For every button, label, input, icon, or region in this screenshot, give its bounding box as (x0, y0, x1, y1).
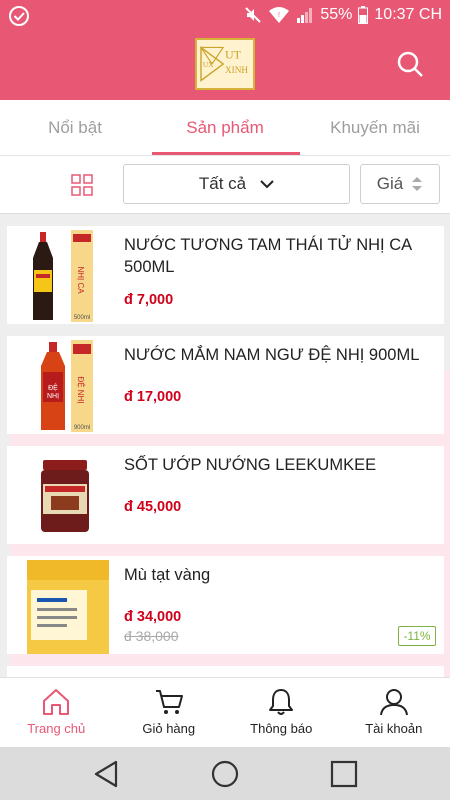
category-filter-select[interactable]: Tất cả (123, 164, 350, 204)
product-image-mustard-jug (27, 560, 109, 654)
discount-badge: -11% (398, 626, 436, 646)
product-image-soy-sauce: NHỊ CA 500ml (33, 230, 93, 322)
home-icon (43, 689, 70, 715)
svg-text:500ml: 500ml (74, 315, 90, 321)
svg-text:NHỊ CA: NHỊ CA (76, 266, 85, 294)
bell-icon (269, 689, 294, 715)
nav-notifications[interactable]: Thông báo (225, 678, 338, 747)
tab-promotions[interactable]: Khuyến mãi (300, 100, 450, 155)
back-icon[interactable] (92, 759, 122, 789)
product-price: đ 7,000 (124, 292, 174, 308)
chevron-down-icon (260, 180, 274, 189)
check-circle-icon (9, 6, 29, 26)
logo-text-bottom: XINH (225, 65, 248, 75)
product-card[interactable]: SỐT ƯỚP NƯỚNG LEEKUMKEE đ 45,000 (7, 446, 444, 544)
nav-cart[interactable]: Giỏ hàng (113, 678, 226, 747)
battery-icon (358, 6, 369, 24)
product-price: đ 17,000 (124, 389, 182, 405)
product-old-price: đ 38,000 (124, 628, 179, 644)
tab-featured[interactable]: Nổi bật (0, 100, 150, 155)
svg-text:ĐỆ NHỊ: ĐỆ NHỊ (76, 376, 85, 403)
product-name: Mù tạt vàng (124, 566, 211, 584)
product-card[interactable]: Mù tạt vàng đ 34,000 đ 38,000 -11% (7, 556, 444, 654)
svg-text:NHỊ: NHỊ (47, 393, 59, 400)
mute-icon (245, 7, 262, 23)
product-image-fish-sauce: ĐỆ NHỊ ĐỆ NHỊ 900ml (41, 340, 93, 432)
nav-notifications-label: Thông báo (250, 721, 313, 736)
nav-account[interactable]: Tài khoản (338, 678, 450, 747)
bottom-nav: Trang chủ Giỏ hàng Thông báo Tài khoản (0, 677, 450, 747)
search-icon (397, 51, 423, 77)
sort-arrows-icon (412, 177, 423, 191)
product-image-marinade-jar (41, 460, 89, 532)
sort-label: Giá (376, 174, 404, 193)
price-sort-button[interactable]: Giá (360, 164, 440, 204)
product-name: NƯỚC TƯƠNG TAM THÁI TỬ NHỊ CA 500ML (124, 236, 412, 276)
brand-logo: UX UT XINH (195, 38, 255, 90)
wifi-icon: ! (269, 7, 290, 23)
tab-bar: Nổi bật Sản phẩm Khuyến mãi (0, 100, 450, 156)
search-button[interactable] (396, 50, 424, 78)
nav-home[interactable]: Trang chủ (0, 678, 113, 747)
grid-view-button[interactable] (62, 166, 102, 204)
nav-account-label: Tài khoản (365, 721, 423, 736)
home-circle-icon[interactable] (210, 759, 240, 789)
filter-value: Tất cả (198, 174, 247, 193)
signal-icon (297, 8, 313, 23)
system-nav-bar (0, 747, 450, 800)
product-price: đ 45,000 (124, 499, 182, 515)
battery-percent: 55% (320, 6, 353, 23)
svg-text:ĐỆ: ĐỆ (48, 383, 58, 392)
product-name: SỐT ƯỚP NƯỚNG LEEKUMKEE (124, 456, 377, 474)
svg-text:!: ! (278, 12, 280, 19)
status-bar: ! 55% 10:37 CH (0, 0, 450, 32)
product-price: đ 34,000 (124, 609, 182, 625)
filter-toolbar: Tất cả Giá (0, 156, 450, 800)
product-card[interactable]: NHỊ CA 500ml NƯỚC TƯƠNG TAM THÁI TỬ NHỊ … (7, 226, 444, 324)
product-card[interactable]: ĐỆ NHỊ ĐỆ NHỊ 900ml NƯỚC MẮM NAM NGƯ ĐỆ … (7, 336, 444, 434)
tab-products[interactable]: Sản phẩm (150, 100, 300, 155)
recents-square-icon[interactable] (329, 759, 359, 789)
user-icon (379, 689, 408, 716)
clock: 10:37 CH (374, 6, 442, 23)
logo-text-top: UT (225, 47, 242, 61)
nav-cart-label: Giỏ hàng (142, 721, 196, 736)
grid-view-icon (71, 174, 93, 196)
logo-letters-left: UX (203, 60, 214, 69)
product-name: NƯỚC MẮM NAM NGƯ ĐỆ NHỊ 900ML (124, 346, 420, 364)
product-list: NHỊ CA 500ml NƯỚC TƯƠNG TAM THÁI TỬ NHỊ … (0, 214, 450, 677)
cart-icon (155, 690, 183, 714)
product-card[interactable] (7, 666, 444, 677)
nav-home-label: Trang chủ (27, 721, 86, 736)
svg-text:900ml: 900ml (74, 425, 90, 431)
app-header: ! 55% 10:37 CH UX UT XINH (0, 0, 450, 100)
